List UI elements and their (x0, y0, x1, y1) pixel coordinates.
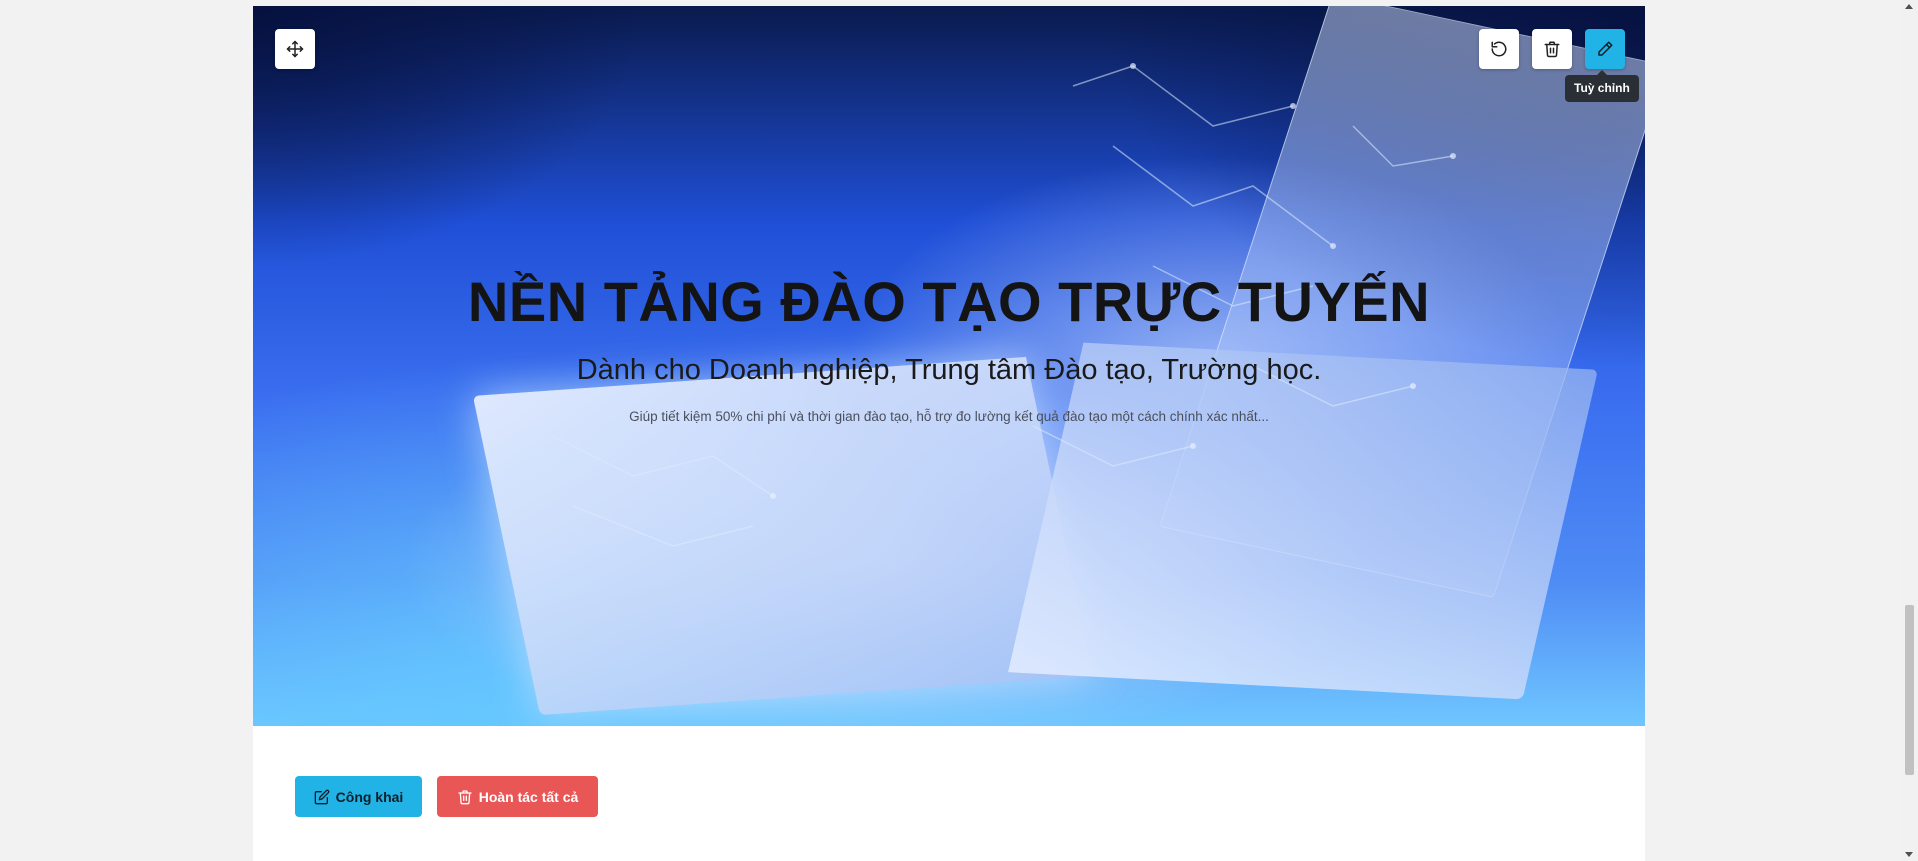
delete-button[interactable] (1532, 29, 1572, 69)
scroll-thumb[interactable] (1905, 605, 1914, 775)
edit-square-icon (314, 789, 330, 804)
move-button[interactable] (275, 29, 315, 69)
scroll-down-arrow[interactable] (1905, 852, 1913, 857)
page-scrollbar[interactable] (1901, 0, 1918, 861)
hero-title: NỀN TẢNG ĐÀO TẠO TRỰC TUYẾN (467, 270, 1431, 333)
customize-button[interactable] (1585, 29, 1625, 69)
pencil-icon (1598, 41, 1613, 56)
hero-text-block: NỀN TẢNG ĐÀO TẠO TRỰC TUYẾN Dành cho Doa… (253, 268, 1645, 426)
rotate-ccw-icon (1491, 41, 1507, 57)
publish-button[interactable]: Công khai (295, 776, 422, 817)
section-card: NỀN TẢNG ĐÀO TẠO TRỰC TUYẾN Dành cho Doa… (253, 6, 1645, 861)
publish-button-label: Công khai (335, 788, 404, 805)
hero-description: Giúp tiết kiệm 50% chi phí và thời gian … (629, 409, 1269, 424)
trash-icon (458, 789, 472, 804)
undo-all-button[interactable]: Hoàn tác tất cả (437, 776, 598, 817)
trash-icon (1544, 41, 1560, 58)
scroll-up-arrow[interactable] (1905, 4, 1913, 9)
customize-tooltip: Tuỳ chỉnh (1565, 70, 1639, 102)
reset-button[interactable] (1479, 29, 1519, 69)
hero-subtitle: Dành cho Doanh nghiệp, Trung tâm Đào tạo… (576, 354, 1322, 386)
hero-banner: NỀN TẢNG ĐÀO TẠO TRỰC TUYẾN Dành cho Doa… (253, 6, 1645, 726)
move-icon (286, 40, 304, 58)
undo-all-button-label: Hoàn tác tất cả (478, 788, 579, 805)
